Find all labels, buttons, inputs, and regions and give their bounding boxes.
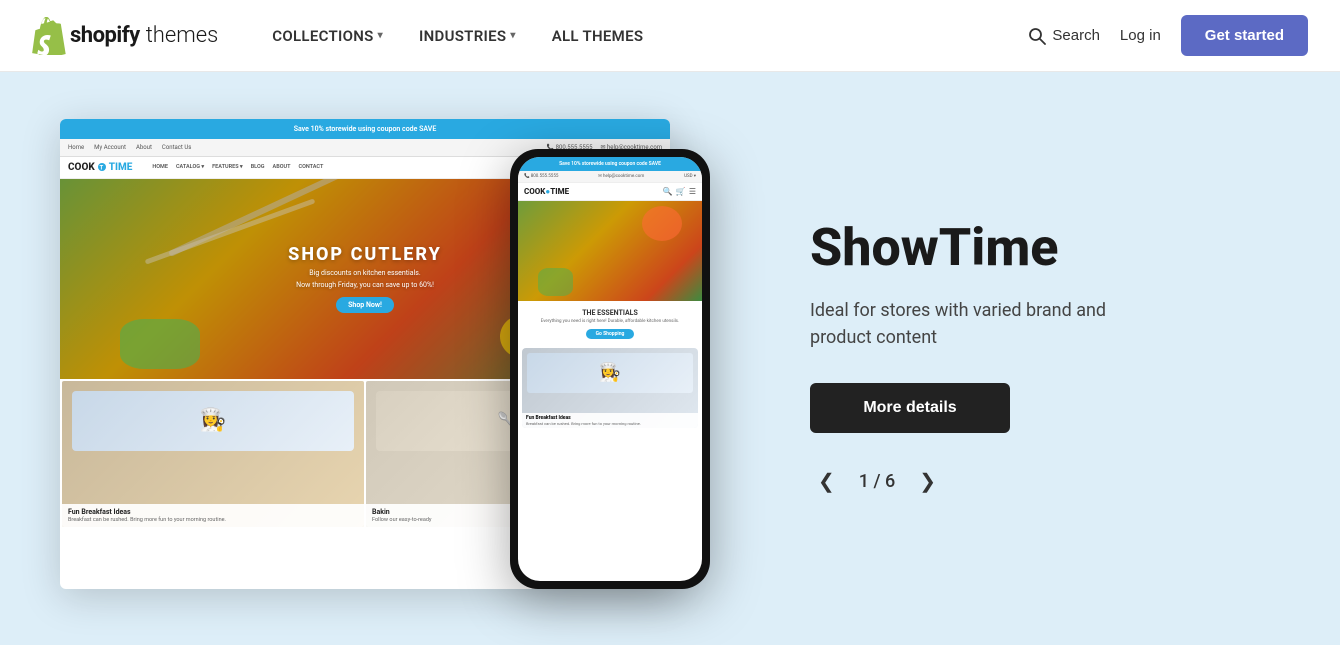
mobile-hero-image [518,201,702,301]
shopify-logo-icon [32,17,66,55]
industries-chevron-icon: ▾ [510,30,515,41]
logo-themes-text: themes [146,23,219,48]
theme-name: ShowTime [810,219,1280,276]
nav-all-themes[interactable]: ALL THEMES [534,0,662,72]
pagination-prev-button[interactable]: ❮ [810,465,843,498]
get-started-button[interactable]: Get started [1181,15,1308,56]
search-button[interactable]: Search [1028,27,1100,45]
navbar: shopifythemes COLLECTIONS ▾ INDUSTRIES ▾… [0,0,1340,72]
pagination-next-button[interactable]: ❯ [911,465,944,498]
hero-section: Save 10% storewide using coupon code SAV… [0,72,1340,645]
desktop-promo-bar: Save 10% storewide using coupon code SAV… [60,119,670,139]
theme-info-panel: ShowTime Ideal for stores with varied br… [770,219,1280,497]
chevron-right-icon: ❯ [919,471,936,493]
login-button[interactable]: Log in [1120,27,1161,44]
navbar-right: Search Log in Get started [1028,15,1308,56]
collections-chevron-icon: ▾ [378,30,383,41]
logo-shopify-text: shopify [70,23,140,48]
theme-description: Ideal for stores with varied brand and p… [810,297,1150,351]
mobile-mockup: Save 10% storewide using coupon code SAV… [510,149,710,589]
mobile-brand-bar: COOK●TIME 🔍 🛒 ☰ [518,183,702,201]
nav-collections[interactable]: COLLECTIONS ▾ [254,0,401,72]
navbar-nav: COLLECTIONS ▾ INDUSTRIES ▾ ALL THEMES [254,0,1028,72]
nav-industries[interactable]: INDUSTRIES ▾ [401,0,534,72]
theme-preview: Save 10% storewide using coupon code SAV… [60,119,710,599]
mobile-promo-bar: Save 10% storewide using coupon code SAV… [518,157,702,171]
svg-text:T: T [99,165,103,172]
logo[interactable]: shopifythemes [32,17,218,55]
pagination-label: 1 / 6 [859,471,895,492]
pagination: ❮ 1 / 6 ❯ [810,465,1280,498]
search-icon [1028,27,1046,45]
mobile-info-bar: 📞 800.555.5555 ✉ help@cooktime.com USD ▾ [518,171,702,183]
more-details-button[interactable]: More details [810,383,1010,433]
desktop-brand: COOK T TIME [68,162,132,173]
chevron-left-icon: ❮ [818,471,835,493]
